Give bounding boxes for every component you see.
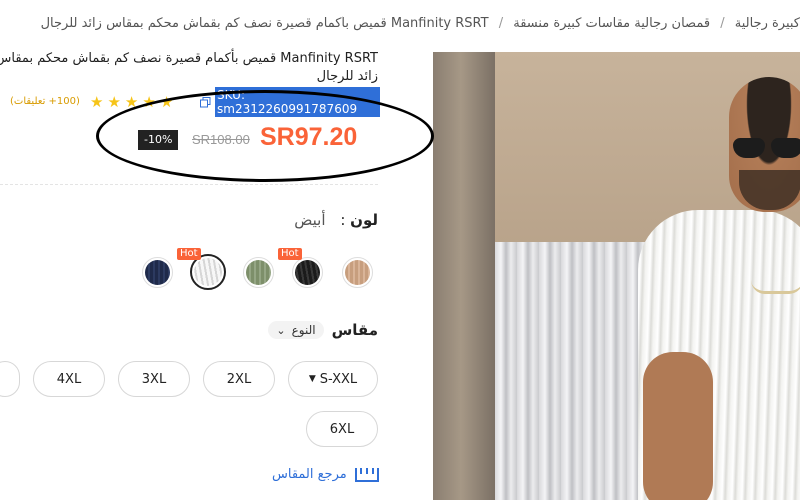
size-option-label: 4XL: [56, 371, 82, 387]
color-swatch-sage-green[interactable]: [243, 257, 274, 288]
hot-badge: Hot: [278, 248, 302, 260]
size-option-partial[interactable]: [0, 361, 20, 397]
size-label: مقاس النوع ⌄: [268, 321, 378, 339]
breadcrumb-separator: /: [498, 16, 504, 31]
review-count-link[interactable]: (100+ تعليقات): [10, 96, 80, 107]
product-main-image[interactable]: [433, 52, 800, 500]
image-wall-pillar: [433, 52, 495, 500]
size-option-label: S-XXL: [319, 371, 358, 387]
copy-icon[interactable]: [200, 96, 211, 108]
original-price: SR108.00: [192, 132, 250, 147]
color-swatch-tan[interactable]: [342, 257, 373, 288]
sale-price: SR97.20: [260, 123, 358, 151]
size-option-label: 6XL: [329, 421, 355, 437]
product-meta-row: (100+ تعليقات) ★ ★ ★ ★ ★ SKU: sm23122609…: [0, 87, 380, 117]
color-label-text: لون: [350, 211, 378, 229]
size-option-s-xxl[interactable]: ▼ S-XXL: [288, 361, 378, 397]
color-label: لون : أبيض: [294, 211, 378, 229]
size-type-value: النوع: [291, 323, 316, 337]
size-option-2xl[interactable]: 2XL: [203, 361, 275, 397]
chevron-down-icon: ⌄: [276, 323, 286, 337]
swatch-texture: [295, 260, 320, 285]
swatch-texture: [345, 260, 370, 285]
color-label-separator: :: [340, 211, 346, 229]
sku-text[interactable]: SKU: sm2312260991787609: [215, 87, 380, 117]
product-title: Manfinity RSRT قميص بأكمام قصيرة نصف كم …: [0, 51, 378, 84]
sku-container: SKU: sm2312260991787609: [200, 87, 380, 117]
selected-color-value: أبيض: [294, 211, 326, 229]
size-option-3xl[interactable]: 3XL: [118, 361, 190, 397]
caret-down-icon: ▼: [308, 374, 316, 384]
breadcrumb-item-men-large[interactable]: كبيرة رجالية: [735, 16, 800, 31]
size-option-4xl[interactable]: 4XL: [33, 361, 105, 397]
star-icon: ★: [90, 93, 104, 111]
star-icon: ★: [159, 93, 174, 111]
star-icon: ★: [124, 93, 139, 111]
size-type-dropdown[interactable]: النوع ⌄: [268, 321, 324, 339]
size-label-text: مقاس: [331, 321, 378, 339]
section-divider: [0, 184, 378, 185]
size-guide-text: مرجع المقاس: [272, 467, 347, 482]
image-model-arm: [643, 352, 713, 500]
size-option-label: 3XL: [141, 371, 167, 387]
size-option-label: 2XL: [226, 371, 252, 387]
swatch-texture: [194, 258, 222, 286]
star-icon: ★: [107, 93, 121, 111]
ruler-icon: [354, 467, 379, 482]
image-model-necklace: [751, 280, 800, 294]
rating-stars[interactable]: ★ ★ ★ ★ ★: [90, 93, 173, 111]
color-swatch-navy[interactable]: [142, 257, 173, 288]
size-option-6xl[interactable]: 6XL: [306, 411, 378, 447]
size-guide-link[interactable]: مرجع المقاس: [272, 467, 379, 482]
swatch-texture: [145, 260, 170, 285]
hot-badge: Hot: [177, 248, 201, 260]
breadcrumb-item-product: Manfinity RSRT قميص بأكمام قصيرة نصف كم …: [40, 16, 489, 31]
swatch-texture: [246, 260, 271, 285]
star-icon: ★: [142, 93, 156, 111]
color-swatch-black[interactable]: [292, 257, 323, 288]
image-model-sunglasses: [731, 138, 800, 160]
discount-badge: -10%: [138, 130, 179, 150]
breadcrumb: كبيرة رجالية / قمصان رجالية مقاسات كبيرة…: [0, 16, 800, 40]
breadcrumb-item-men-shirts[interactable]: قمصان رجالية مقاسات كبيرة منسقة: [513, 16, 710, 31]
breadcrumb-separator: /: [720, 16, 725, 31]
price-row: -10% SR108.00 SR97.20: [0, 123, 380, 159]
